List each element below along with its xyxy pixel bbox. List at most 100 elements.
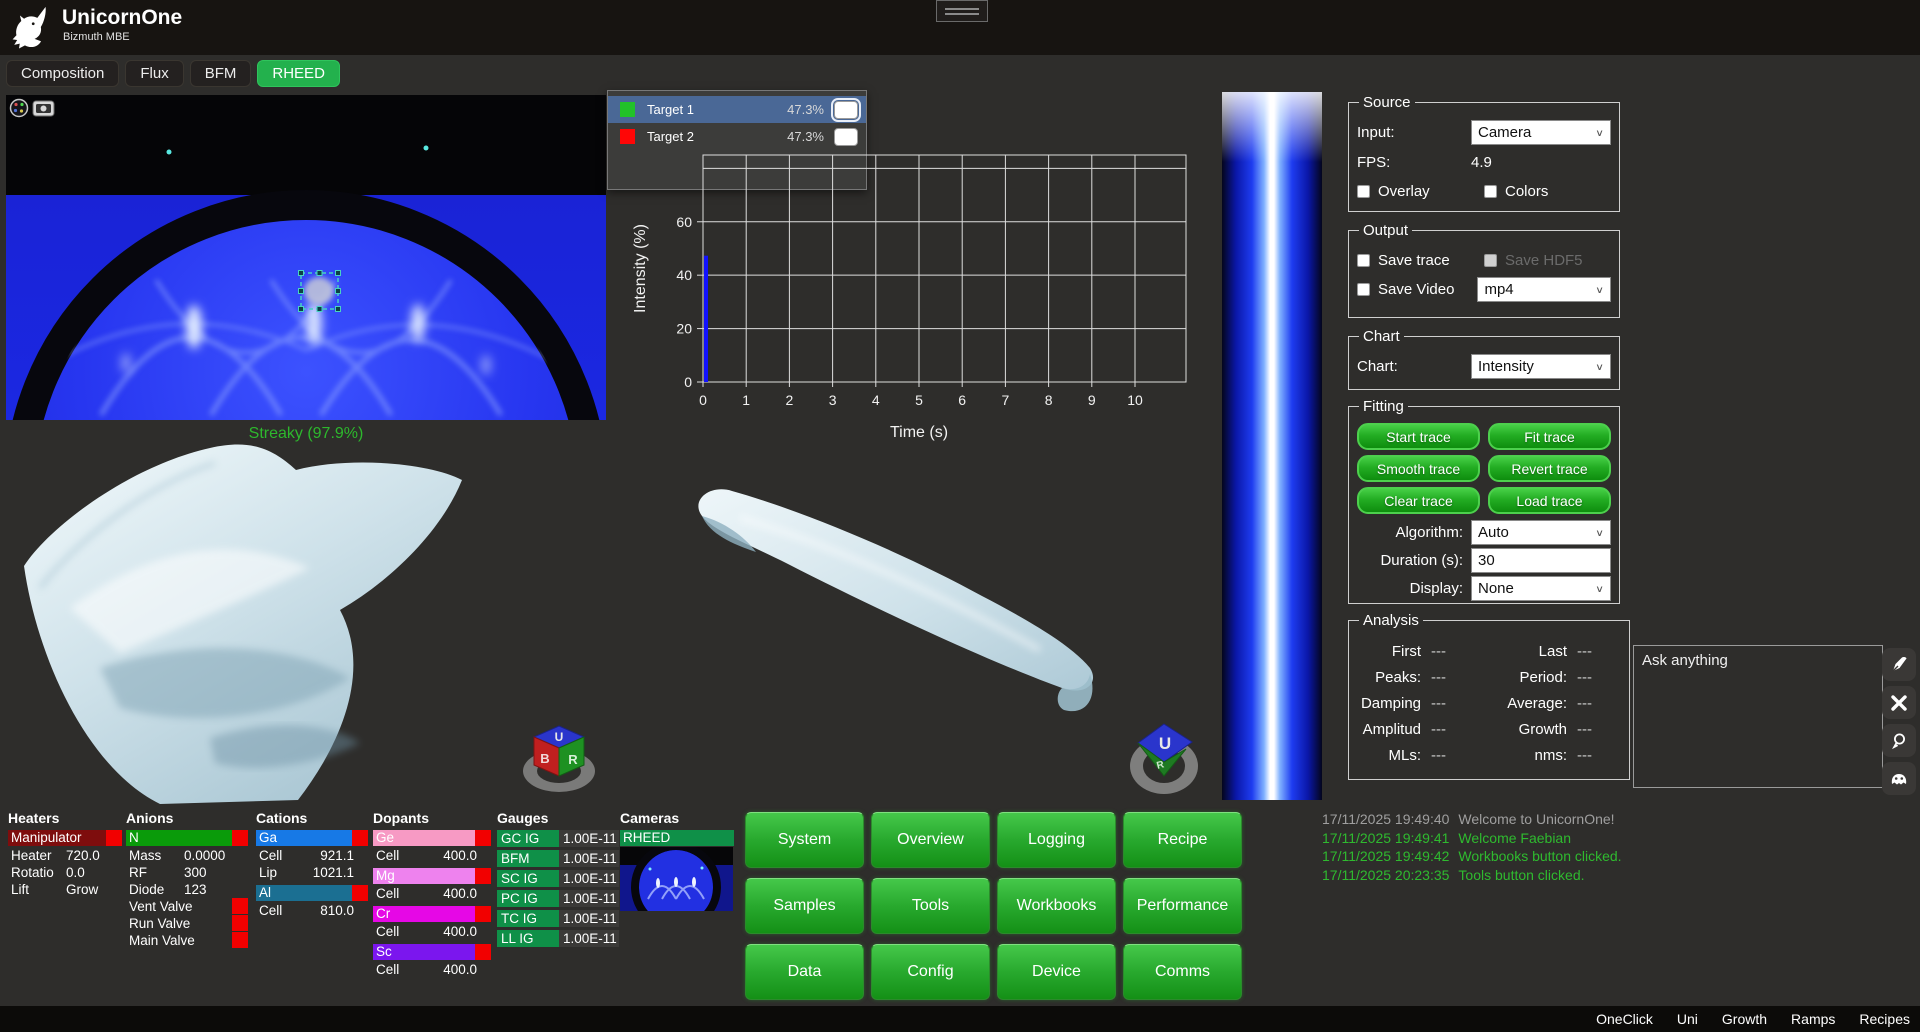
- logging-button[interactable]: Logging: [997, 812, 1116, 868]
- overview-button[interactable]: Overview: [871, 812, 990, 868]
- clear-trace-button[interactable]: Clear trace: [1357, 487, 1480, 514]
- status-item-uni[interactable]: Uni: [1677, 1011, 1698, 1027]
- tab-bfm[interactable]: BFM: [190, 60, 252, 87]
- load-trace-button[interactable]: Load trace: [1488, 487, 1611, 514]
- vent-valve-row[interactable]: Vent Valve: [126, 898, 248, 914]
- display-select[interactable]: None ∨: [1471, 576, 1611, 601]
- chevron-down-icon: ∨: [1595, 284, 1604, 295]
- source-header-n[interactable]: N: [126, 830, 248, 846]
- orientation-cube-right[interactable]: U R: [1123, 718, 1205, 796]
- run-valve-row[interactable]: Run Valve: [126, 915, 248, 931]
- alarm-indicator: [475, 830, 491, 846]
- log-timestamp: 17/11/2025 20:23:35: [1322, 867, 1449, 883]
- svg-text:U: U: [1159, 734, 1171, 753]
- source-header-sc[interactable]: Sc: [373, 944, 491, 960]
- gauge-row-gc-ig[interactable]: GC IG1.00E-11: [497, 830, 619, 847]
- device-button[interactable]: Device: [997, 944, 1116, 1000]
- search-button[interactable]: [1882, 724, 1916, 757]
- alarm-indicator: [475, 906, 491, 922]
- main-valve-row[interactable]: Main Valve: [126, 932, 248, 948]
- gauge-row-bfm[interactable]: BFM1.00E-11: [497, 850, 619, 867]
- tab-flux[interactable]: Flux: [125, 60, 183, 87]
- tools-button[interactable]: Tools: [871, 878, 990, 934]
- overlay-checkbox[interactable]: [1357, 185, 1370, 198]
- param-value: 400.0: [431, 848, 491, 863]
- duration-input[interactable]: [1471, 548, 1611, 573]
- fps-label: FPS:: [1357, 154, 1390, 171]
- gauges-column: GaugesGC IG1.00E-11BFM1.00E-11SC IG1.00E…: [497, 810, 619, 950]
- assistant-button[interactable]: [1882, 762, 1916, 795]
- overlay-label: Overlay: [1378, 183, 1430, 200]
- samples-button[interactable]: Samples: [745, 878, 864, 934]
- video-format-select[interactable]: mp4 ∨: [1477, 277, 1611, 302]
- fit-trace-button[interactable]: Fit trace: [1488, 423, 1611, 450]
- gauge-row-pc-ig[interactable]: PC IG1.00E-11: [497, 890, 619, 907]
- rheed-camera-view[interactable]: [6, 95, 606, 420]
- param-label: Lip: [256, 865, 313, 880]
- svg-text:9: 9: [1088, 392, 1096, 408]
- gauge-row-ll-ig[interactable]: LL IG1.00E-11: [497, 930, 619, 947]
- svg-text:20: 20: [676, 321, 692, 337]
- gauge-label: TC IG: [497, 910, 559, 927]
- palette-icon[interactable]: [11, 100, 28, 117]
- ask-anything-input[interactable]: [1633, 645, 1883, 788]
- colors-checkbox[interactable]: [1484, 185, 1497, 198]
- source-name: N: [126, 830, 232, 846]
- save-trace-checkbox[interactable]: [1357, 254, 1370, 267]
- chart-type-select[interactable]: Intensity ∨: [1471, 354, 1611, 379]
- status-item-oneclick[interactable]: OneClick: [1596, 1011, 1653, 1027]
- tab-composition[interactable]: Composition: [6, 60, 119, 87]
- camera-chip-rheed[interactable]: RHEED: [620, 830, 734, 846]
- workbooks-button[interactable]: Workbooks: [997, 878, 1116, 934]
- algorithm-label: Algorithm:: [1357, 524, 1463, 541]
- status-item-growth[interactable]: Growth: [1722, 1011, 1767, 1027]
- rheed-thumbnail[interactable]: [620, 847, 733, 911]
- compose-button[interactable]: [1882, 648, 1916, 681]
- surface-3d-view[interactable]: [10, 438, 590, 806]
- algorithm-select[interactable]: Auto ∨: [1471, 520, 1611, 545]
- gauge-row-sc-ig[interactable]: SC IG1.00E-11: [497, 870, 619, 887]
- save-video-checkbox[interactable]: [1357, 283, 1370, 296]
- gauge-row-tc-ig[interactable]: TC IG1.00E-11: [497, 910, 619, 927]
- analysis-label: Damping: [1357, 695, 1431, 712]
- wafer-3d-view[interactable]: [640, 478, 1130, 754]
- recipe-button[interactable]: Recipe: [1123, 812, 1242, 868]
- comms-button[interactable]: Comms: [1123, 944, 1242, 1000]
- param-label: Cell: [256, 903, 314, 918]
- config-button[interactable]: Config: [871, 944, 990, 1000]
- alarm-indicator: [475, 944, 491, 960]
- smooth-trace-button[interactable]: Smooth trace: [1357, 455, 1480, 482]
- source-name: Ge: [373, 830, 475, 846]
- window-drag-handle[interactable]: [936, 0, 988, 22]
- param-row: Cell400.0: [373, 923, 491, 939]
- search-icon: [1890, 732, 1908, 750]
- analysis-value: ---: [1431, 747, 1489, 764]
- source-header-al[interactable]: Al: [256, 885, 368, 901]
- main-window: UnicornOne Bizmuth MBE CompositionFluxBF…: [0, 0, 1920, 1032]
- analysis-label: First: [1357, 643, 1431, 660]
- performance-button[interactable]: Performance: [1123, 878, 1242, 934]
- source-header-ge[interactable]: Ge: [373, 830, 491, 846]
- clear-button[interactable]: [1882, 686, 1916, 719]
- log-line: 17/11/2025 19:49:40Welcome to UnicornOne…: [1322, 810, 1662, 829]
- data-button[interactable]: Data: [745, 944, 864, 1000]
- analysis-label: nms:: [1489, 747, 1577, 764]
- source-header-mg[interactable]: Mg: [373, 868, 491, 884]
- param-value: Grow: [66, 882, 122, 897]
- status-item-ramps[interactable]: Ramps: [1791, 1011, 1835, 1027]
- system-button[interactable]: System: [745, 812, 864, 868]
- status-item-recipes[interactable]: Recipes: [1859, 1011, 1910, 1027]
- source-header-manipulator[interactable]: Manipulator: [8, 830, 122, 846]
- analysis-value: ---: [1431, 721, 1489, 738]
- snapshot-camera-icon[interactable]: [33, 101, 54, 116]
- pen-icon: [1889, 655, 1909, 675]
- source-header-ga[interactable]: Ga: [256, 830, 368, 846]
- svg-text:6: 6: [958, 392, 966, 408]
- orientation-cube-left[interactable]: U B R: [518, 718, 600, 796]
- analysis-value: ---: [1577, 747, 1621, 764]
- start-trace-button[interactable]: Start trace: [1357, 423, 1480, 450]
- input-source-select[interactable]: Camera ∨: [1471, 120, 1611, 145]
- source-header-cr[interactable]: Cr: [373, 906, 491, 922]
- tab-rheed[interactable]: RHEED: [257, 60, 340, 87]
- revert-trace-button[interactable]: Revert trace: [1488, 455, 1611, 482]
